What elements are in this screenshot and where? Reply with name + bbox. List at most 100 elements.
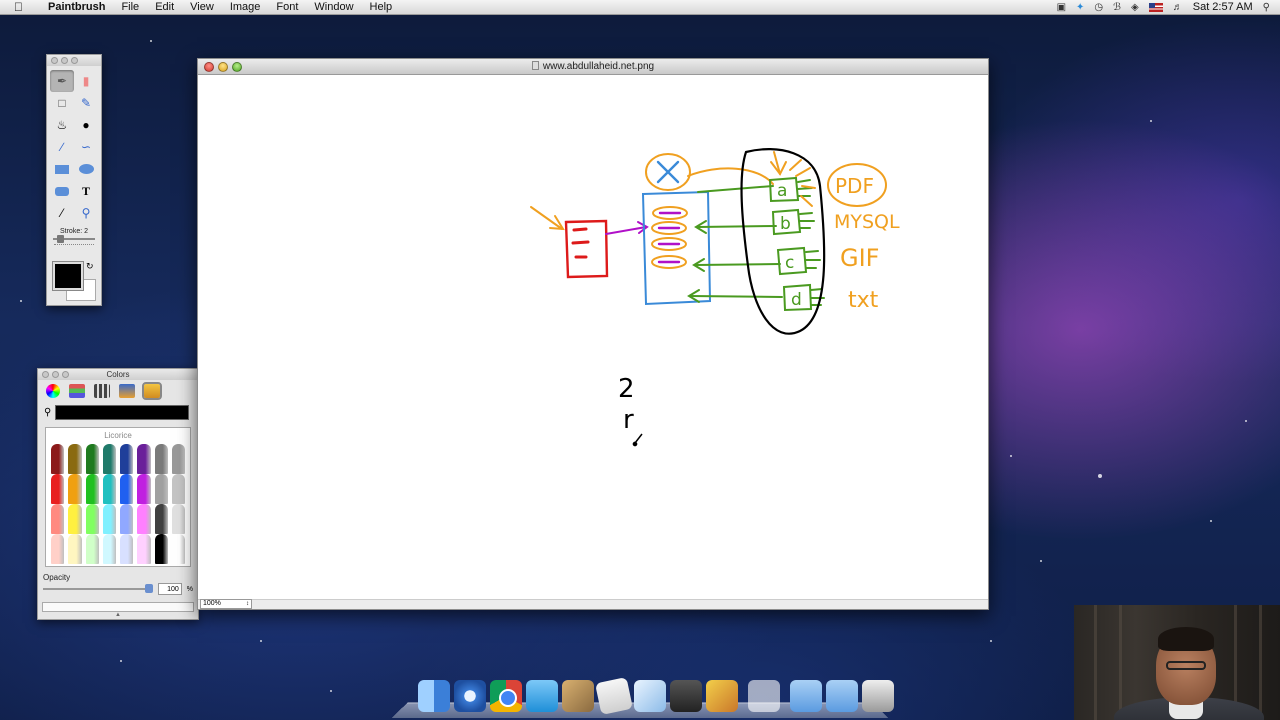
imovie-dock-icon[interactable] bbox=[670, 680, 702, 712]
crayon-swatch[interactable] bbox=[120, 474, 134, 504]
swap-colors-icon[interactable]: ↻ bbox=[86, 261, 94, 272]
time-machine-icon[interactable]: ◷ bbox=[1094, 2, 1103, 13]
line-tool-icon[interactable]: ∕ bbox=[50, 136, 74, 158]
crayon-swatch[interactable] bbox=[120, 444, 134, 474]
crayon-swatch[interactable] bbox=[102, 534, 116, 564]
favorite-colors-well[interactable] bbox=[42, 602, 194, 612]
menu-font[interactable]: Font bbox=[268, 0, 306, 15]
wifi-icon[interactable]: ◈ bbox=[1131, 2, 1139, 13]
pencil-tool-icon[interactable]: ✎ bbox=[74, 92, 98, 114]
finder-dock-icon[interactable] bbox=[418, 680, 450, 712]
crayon-swatch[interactable] bbox=[171, 444, 185, 474]
crayon-swatch[interactable] bbox=[85, 474, 99, 504]
canvas[interactable]: a b c d PDF MYSQL GIF txt 2 r bbox=[198, 76, 988, 600]
stroke-slider[interactable] bbox=[53, 235, 95, 243]
twitter-bird-icon[interactable]: ✦ bbox=[1076, 2, 1084, 13]
crayon-swatch[interactable] bbox=[137, 474, 151, 504]
color-wheel-icon[interactable] bbox=[46, 384, 60, 398]
rectangle-tool-icon[interactable] bbox=[50, 158, 74, 180]
menu-view[interactable]: View bbox=[182, 0, 222, 15]
crayon-swatch[interactable] bbox=[68, 534, 82, 564]
crayon-swatch[interactable] bbox=[68, 474, 82, 504]
input-source-flag-icon[interactable] bbox=[1148, 2, 1163, 12]
minimize-button[interactable] bbox=[218, 61, 228, 72]
bluetooth-icon[interactable]: ℬ bbox=[1113, 2, 1121, 13]
crayon-swatch[interactable] bbox=[120, 534, 134, 564]
crayon-swatch[interactable] bbox=[51, 534, 65, 564]
documents-folder-icon[interactable] bbox=[826, 680, 858, 712]
applications-folder-icon[interactable] bbox=[790, 680, 822, 712]
menu-image[interactable]: Image bbox=[222, 0, 269, 15]
trash-icon[interactable] bbox=[862, 680, 894, 712]
current-color-swatch[interactable] bbox=[55, 405, 190, 420]
zoom-button[interactable] bbox=[232, 61, 242, 72]
menu-app-name[interactable]: Paintbrush bbox=[40, 0, 113, 15]
preview-dock-icon[interactable] bbox=[562, 680, 594, 712]
apple-menu-icon[interactable]:  bbox=[14, 0, 28, 14]
safari-dock-icon[interactable] bbox=[454, 680, 486, 712]
crayon-swatch[interactable] bbox=[154, 474, 168, 504]
opacity-slider[interactable] bbox=[43, 584, 153, 593]
crayon-swatch[interactable] bbox=[154, 534, 168, 564]
crayon-swatch[interactable] bbox=[68, 504, 82, 534]
zoom-tool-icon[interactable]: ⚲ bbox=[74, 202, 98, 224]
color-sliders-icon[interactable] bbox=[69, 384, 85, 398]
zoom-popup[interactable]: 100% ↕ bbox=[200, 599, 252, 609]
bomb-tool-icon[interactable]: ● bbox=[74, 114, 98, 136]
tools-minimize-button[interactable] bbox=[61, 57, 68, 64]
crayon-swatch[interactable] bbox=[137, 444, 151, 474]
fill-bucket-tool-icon[interactable]: ♨ bbox=[50, 114, 74, 136]
color-search-icon[interactable]: ⚲ bbox=[44, 407, 51, 418]
menu-window[interactable]: Window bbox=[306, 0, 361, 15]
crayon-swatch[interactable] bbox=[85, 504, 99, 534]
camera-icon[interactable]: ▣ bbox=[1057, 2, 1066, 13]
chrome-dock-icon[interactable] bbox=[490, 680, 522, 712]
selection-tool-icon[interactable]: □ bbox=[50, 92, 74, 114]
zoom-stepper-icon[interactable]: ↕ bbox=[246, 600, 249, 608]
menu-file[interactable]: File bbox=[113, 0, 147, 15]
crayon-swatch[interactable] bbox=[85, 444, 99, 474]
opacity-slider-knob[interactable] bbox=[144, 584, 153, 593]
crayon-swatch[interactable] bbox=[85, 534, 99, 564]
crayon-swatch[interactable] bbox=[154, 504, 168, 534]
crayon-swatch[interactable] bbox=[137, 504, 151, 534]
ellipse-tool-icon[interactable] bbox=[74, 158, 98, 180]
crayon-swatch[interactable] bbox=[51, 504, 65, 534]
colors-resize-handle[interactable]: ▲ bbox=[38, 612, 198, 618]
crayons-icon[interactable] bbox=[142, 382, 162, 400]
paintbrush-dock-icon[interactable] bbox=[706, 680, 738, 712]
crayon-swatch[interactable] bbox=[120, 504, 134, 534]
stroke-slider-knob[interactable] bbox=[57, 235, 64, 243]
crayon-swatch[interactable] bbox=[51, 474, 65, 504]
eraser-tool-icon[interactable]: ▮ bbox=[74, 70, 98, 92]
image-palettes-icon[interactable] bbox=[119, 384, 135, 398]
menu-help[interactable]: Help bbox=[362, 0, 401, 15]
crayon-swatch[interactable] bbox=[171, 474, 185, 504]
crayon-swatch[interactable] bbox=[171, 534, 185, 564]
crayon-swatch[interactable] bbox=[102, 474, 116, 504]
clock[interactable]: Sat 2:57 AM bbox=[1193, 1, 1253, 13]
curve-tool-icon[interactable]: ∽ bbox=[74, 136, 98, 158]
cube-dock-icon[interactable] bbox=[634, 680, 666, 712]
color-palettes-icon[interactable] bbox=[94, 384, 110, 398]
twitter-dock-icon[interactable] bbox=[526, 680, 558, 712]
rounded-rect-tool-icon[interactable] bbox=[50, 180, 74, 202]
crayon-swatch[interactable] bbox=[137, 534, 151, 564]
opacity-value-field[interactable]: 100 bbox=[157, 583, 182, 595]
crayon-swatch[interactable] bbox=[154, 444, 168, 474]
spotlight-search-icon[interactable]: ⚲ bbox=[1263, 2, 1270, 13]
crayon-swatch[interactable] bbox=[102, 504, 116, 534]
tools-zoom-button[interactable] bbox=[71, 57, 78, 64]
primary-color-well[interactable] bbox=[52, 261, 84, 291]
crayon-swatch[interactable] bbox=[102, 444, 116, 474]
document-titlebar[interactable]: www.abdullaheid.net.png bbox=[198, 59, 988, 75]
menu-edit[interactable]: Edit bbox=[147, 0, 182, 15]
crayon-swatch[interactable] bbox=[68, 444, 82, 474]
document-proxy-icon[interactable] bbox=[531, 61, 539, 70]
tools-close-button[interactable] bbox=[51, 57, 58, 64]
volume-icon[interactable]: ♬ bbox=[1173, 2, 1183, 13]
eyedropper-tool-icon[interactable]: ⁄ bbox=[50, 202, 74, 224]
crayon-swatch[interactable] bbox=[51, 444, 65, 474]
textedit-dock-icon[interactable] bbox=[595, 677, 633, 715]
crayon-swatch[interactable] bbox=[171, 504, 185, 534]
